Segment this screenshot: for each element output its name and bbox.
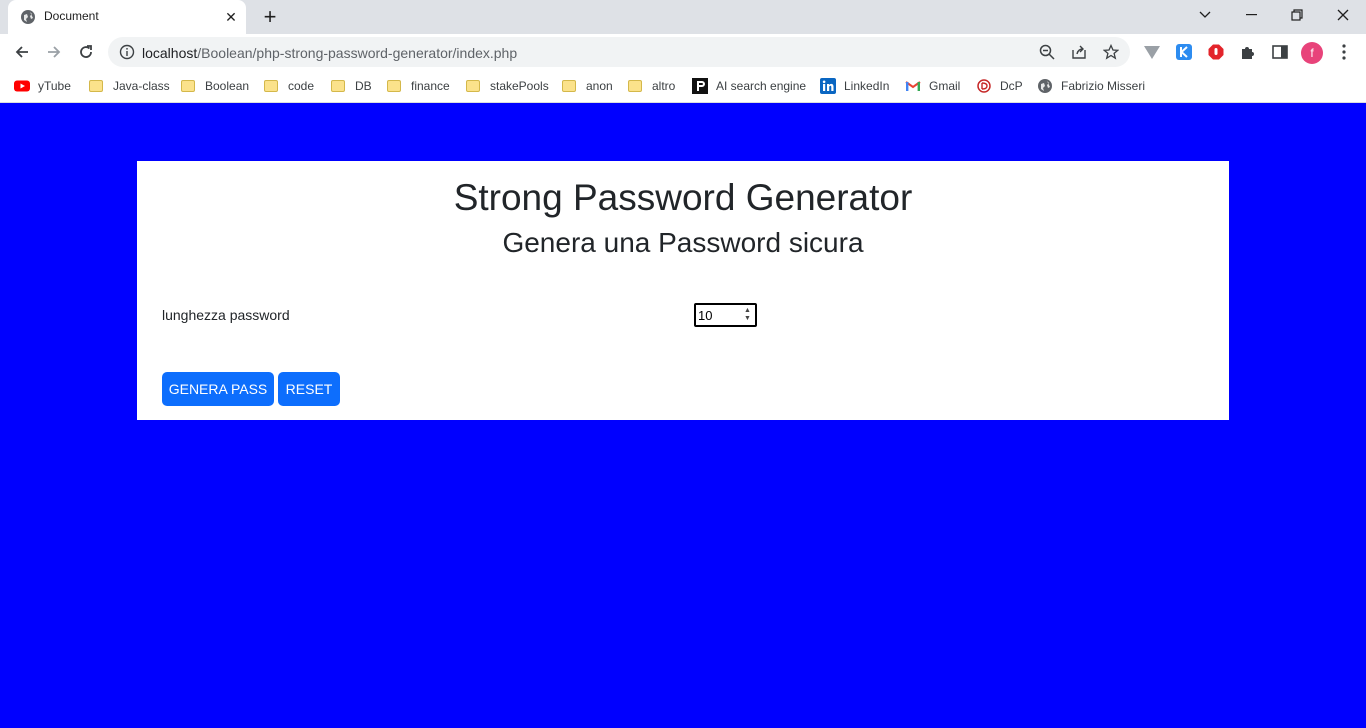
- bookmark-folder-db[interactable]: DB: [331, 76, 372, 96]
- forward-arrow-icon[interactable]: [42, 40, 66, 64]
- password-length-value: 10: [698, 308, 713, 323]
- bookmark-label: Java-class: [113, 79, 170, 93]
- linkedin-icon: [820, 78, 836, 94]
- folder-icon: [628, 80, 642, 92]
- new-tab-button[interactable]: +: [258, 6, 282, 28]
- generate-password-button[interactable]: GENERA PASS: [162, 372, 274, 406]
- bookmark-folder-stakepools[interactable]: stakePools: [466, 76, 549, 96]
- close-window-icon[interactable]: [1320, 0, 1366, 30]
- youtube-icon: [14, 80, 30, 92]
- tab-strip: Document ✕ +: [0, 0, 1366, 34]
- vivid-extension-icon[interactable]: [1142, 42, 1162, 62]
- folder-icon: [264, 80, 278, 92]
- address-bar[interactable]: localhost/Boolean/php-strong-password-ge…: [108, 37, 1130, 67]
- bookmark-star-icon[interactable]: [1102, 43, 1120, 61]
- bookmark-label: stakePools: [490, 79, 549, 93]
- reset-button[interactable]: RESET: [278, 372, 340, 406]
- zoom-icon[interactable]: [1038, 43, 1056, 61]
- folder-icon: [387, 80, 401, 92]
- bookmark-label: altro: [652, 79, 676, 93]
- restore-icon[interactable]: [1274, 0, 1320, 30]
- bookmark-dcp[interactable]: DcP: [976, 76, 1023, 96]
- minimize-icon[interactable]: [1228, 0, 1274, 30]
- folder-icon: [466, 80, 480, 92]
- page-title: Strong Password Generator: [453, 177, 913, 218]
- gmail-icon: [905, 81, 921, 91]
- bookmark-label: LinkedIn: [844, 79, 890, 93]
- bookmark-label: finance: [411, 79, 450, 93]
- url-path: /Boolean/php-strong-password-generator/i…: [197, 45, 518, 61]
- url-text: localhost/Boolean/php-strong-password-ge…: [142, 45, 517, 61]
- spinner-arrows-icon[interactable]: ▲ ▼: [743, 307, 752, 324]
- bookmark-label: code: [288, 79, 315, 93]
- share-icon[interactable]: [1070, 43, 1088, 61]
- bookmark-folder-java-class[interactable]: Java-class: [89, 76, 170, 96]
- bookmark-label: AI search engine: [716, 79, 807, 93]
- bookmark-label: anon: [586, 79, 613, 93]
- bookmark-label: Gmail: [929, 79, 961, 93]
- folder-icon: [562, 80, 576, 92]
- browser-tab[interactable]: Document ✕: [8, 0, 246, 34]
- globe-icon: [21, 10, 35, 24]
- bookmarks-bar: yTube Java-class Boolean code DB finance…: [0, 70, 1366, 103]
- bookmark-folder-anon[interactable]: anon: [562, 76, 613, 96]
- bookmark-linkedin[interactable]: LinkedIn: [820, 76, 889, 96]
- bookmark-fabrizio-misseri[interactable]: Fabrizio Misseri: [1037, 76, 1145, 96]
- adblock-extension-icon[interactable]: [1206, 42, 1226, 62]
- page-subtitle: Genera una Password sicura: [502, 227, 864, 258]
- more-menu-icon[interactable]: [1334, 42, 1354, 62]
- browser-toolbar: localhost/Boolean/php-strong-password-ge…: [0, 34, 1366, 70]
- bookmark-gmail[interactable]: Gmail: [905, 76, 960, 96]
- bookmark-label: DB: [355, 79, 372, 93]
- bookmark-label: Fabrizio Misseri: [1061, 79, 1146, 93]
- k-extension-icon[interactable]: [1174, 42, 1194, 62]
- extensions-puzzle-icon[interactable]: [1238, 42, 1258, 62]
- dcp-icon: [977, 79, 991, 93]
- bookmark-folder-code[interactable]: code: [264, 76, 314, 96]
- length-label: lunghezza password: [162, 307, 290, 323]
- bookmark-ai-search-engine[interactable]: AI search engine: [692, 76, 806, 96]
- perplexity-icon: [692, 78, 708, 94]
- bookmark-ytube[interactable]: yTube: [14, 76, 71, 96]
- tab-search-icon[interactable]: [1182, 0, 1228, 30]
- globe-icon: [1038, 79, 1052, 93]
- folder-icon: [331, 80, 345, 92]
- bookmark-folder-altro[interactable]: altro: [628, 76, 675, 96]
- back-arrow-icon[interactable]: [10, 40, 34, 64]
- generator-card: Strong Password Generator Genera una Pas…: [137, 161, 1229, 420]
- site-info-icon[interactable]: [119, 44, 135, 60]
- bookmark-label: DcP: [1000, 79, 1023, 93]
- bookmark-label: yTube: [38, 79, 71, 93]
- bookmark-folder-finance[interactable]: finance: [387, 76, 450, 96]
- bookmark-folder-boolean[interactable]: Boolean: [181, 76, 249, 96]
- reload-icon[interactable]: [74, 40, 98, 64]
- close-tab-icon[interactable]: ✕: [222, 8, 240, 26]
- password-length-input[interactable]: 10 ▲ ▼: [694, 303, 757, 327]
- folder-icon: [181, 80, 195, 92]
- tab-title: Document: [44, 9, 99, 23]
- profile-avatar[interactable]: f: [1301, 42, 1323, 64]
- url-host: localhost: [142, 45, 198, 61]
- bookmark-label: Boolean: [205, 79, 250, 93]
- folder-icon: [89, 80, 103, 92]
- side-panel-icon[interactable]: [1270, 42, 1290, 62]
